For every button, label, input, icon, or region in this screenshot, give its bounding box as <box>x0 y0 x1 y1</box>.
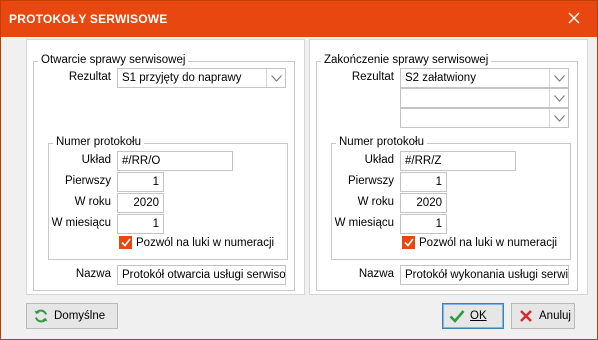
ok-button[interactable]: OK <box>442 303 504 329</box>
w-miesiacu-label: W miesiącu <box>51 217 111 229</box>
check-icon <box>449 308 465 324</box>
dialog-window: PROTOKOŁY SERWISOWE Otwarcie sprawy serw… <box>0 0 598 340</box>
w-miesiacu-label: W miesiącu <box>334 217 394 229</box>
w-roku-label: W roku <box>74 196 111 208</box>
rezultat-select-3[interactable] <box>400 108 569 128</box>
nazwa-label: Nazwa <box>358 268 394 280</box>
defaults-label: Domyślne <box>54 310 106 322</box>
uklad-field[interactable]: #/RR/Z <box>400 151 516 171</box>
window-title: PROTOKOŁY SERWISOWE <box>9 12 168 26</box>
ok-label: OK <box>470 310 487 322</box>
chevron-down-icon[interactable] <box>266 69 285 87</box>
luki-label: Pozwól na luki w numeracji <box>419 236 558 249</box>
pierwszy-field[interactable]: 1 <box>400 172 447 192</box>
pierwszy-field[interactable]: 1 <box>117 172 164 192</box>
close-icon <box>568 12 580 27</box>
numer-protokolu-title: Numer protokołu <box>336 136 428 148</box>
w-roku-field[interactable]: 2020 <box>400 193 447 213</box>
pierwszy-label: Pierwszy <box>347 175 394 187</box>
cancel-x-icon <box>518 308 534 324</box>
cancel-button[interactable]: Anuluj <box>511 303 575 329</box>
rezultat-label: Rezultat <box>68 71 111 83</box>
uklad-label: Układ <box>364 154 394 166</box>
rezultat-select-2[interactable] <box>400 88 569 108</box>
w-miesiacu-field[interactable]: 1 <box>117 214 164 234</box>
chevron-down-icon[interactable] <box>549 109 568 127</box>
closing-group-title: Zakończenie sprawy serwisowej <box>321 54 492 66</box>
left-pane: Otwarcie sprawy serwisowej Rezultat S1 p… <box>26 39 305 295</box>
rezultat-select-1[interactable]: S2 załatwiony <box>400 68 569 88</box>
rezultat-value-1: S2 załatwiony <box>405 72 476 84</box>
chevron-down-icon[interactable] <box>549 69 568 87</box>
refresh-icon <box>33 308 49 324</box>
cancel-label: Anuluj <box>539 310 571 322</box>
rezultat-label: Rezultat <box>351 71 394 83</box>
w-roku-label: W roku <box>357 196 394 208</box>
chevron-down-icon[interactable] <box>549 89 568 107</box>
nazwa-field[interactable]: Protokół otwarcia usługi serwisowej <box>117 265 286 285</box>
title-bar[interactable]: PROTOKOŁY SERWISOWE <box>1 1 597 37</box>
defaults-button[interactable]: Domyślne <box>26 303 118 329</box>
pierwszy-label: Pierwszy <box>64 175 111 187</box>
nazwa-field[interactable]: Protokół wykonania usługi serwisowej <box>400 265 569 285</box>
w-roku-field[interactable]: 2020 <box>117 193 164 213</box>
luki-label: Pozwól na luki w numeracji <box>136 236 275 249</box>
rezultat-value: S1 przyjęty do naprawy <box>122 72 242 84</box>
opening-group-title: Otwarcie sprawy serwisowej <box>38 54 189 66</box>
w-miesiacu-field[interactable]: 1 <box>400 214 447 234</box>
nazwa-label: Nazwa <box>75 268 111 280</box>
numer-protokolu-title: Numer protokołu <box>53 136 145 148</box>
luki-checkbox[interactable]: Pozwól na luki w numeracji <box>402 236 557 249</box>
uklad-label: Układ <box>81 154 111 166</box>
checkmark-icon <box>119 236 132 249</box>
uklad-field[interactable]: #/RR/O <box>117 151 233 171</box>
right-pane: Zakończenie sprawy serwisowej Rezultat S… <box>309 39 588 295</box>
luki-checkbox[interactable]: Pozwól na luki w numeracji <box>119 236 274 249</box>
checkmark-icon <box>402 236 415 249</box>
rezultat-select[interactable]: S1 przyjęty do naprawy <box>117 68 286 88</box>
close-button[interactable] <box>551 1 597 37</box>
